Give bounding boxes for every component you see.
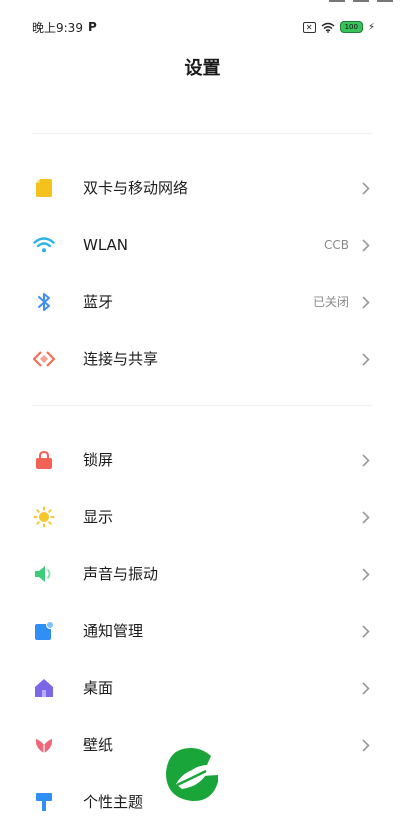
settings-item-label: 锁屏 (83, 451, 114, 469)
settings-item-sim-network[interactable]: 双卡与移动网络 (0, 161, 405, 211)
chevron-right-icon (360, 177, 372, 199)
settings-item-label: 连接与共享 (83, 350, 159, 368)
wifi-icon (33, 234, 55, 256)
settings-item-value: CCB (324, 238, 349, 252)
sim-card-icon (33, 177, 55, 199)
settings-item-value: 已关闭 (312, 295, 349, 309)
carrier-p-icon: P (87, 20, 97, 34)
dash-3 (377, 0, 393, 2)
battery-icon: 100 (339, 21, 363, 33)
wallpaper-icon (33, 734, 55, 756)
notification-icon (33, 620, 55, 642)
chevron-right-icon (360, 449, 372, 471)
settings-item-wlan[interactable]: WLAN CCB (0, 218, 405, 268)
settings-item-label: 通知管理 (83, 622, 144, 640)
page-title: 设置 (184, 58, 221, 79)
chevron-right-icon (360, 677, 372, 699)
status-time: 晚上9:39 (32, 20, 83, 35)
chevron-right-icon (360, 234, 372, 256)
settings-item-label: 双卡与移动网络 (83, 179, 189, 197)
settings-item-label: 声音与振动 (83, 565, 159, 583)
bluetooth-icon (33, 291, 55, 313)
dash-1 (329, 0, 345, 2)
settings-item-label: 显示 (83, 508, 114, 526)
lock-icon (33, 449, 55, 471)
chevron-right-icon (360, 563, 372, 585)
connection-share-icon (33, 348, 55, 370)
settings-item-bluetooth[interactable]: 蓝牙 已关闭 (0, 275, 405, 325)
theme-brush-icon (33, 791, 55, 813)
section-divider (32, 133, 373, 134)
settings-item-label: 壁纸 (83, 736, 114, 754)
settings-item-label: WLAN (83, 236, 129, 254)
settings-item-label: 个性主题 (83, 793, 144, 811)
settings-item-notifications[interactable]: 通知管理 (0, 604, 405, 654)
chevron-right-icon (360, 734, 372, 756)
dash-2 (353, 0, 369, 2)
status-right: ✕ 100 ⚡ (302, 21, 375, 33)
charging-icon: ⚡ (367, 21, 375, 33)
settings-item-label: 桌面 (83, 679, 114, 697)
settings-item-lock-screen[interactable]: 锁屏 (0, 433, 405, 483)
status-bar: 晚上9:39 P ✕ 100 ⚡ (32, 16, 375, 38)
chevron-right-icon (360, 506, 372, 528)
sun-icon (33, 506, 55, 528)
wifi-signal-icon (321, 22, 335, 33)
green-g-logo-icon (162, 744, 222, 810)
settings-item-label: 蓝牙 (83, 293, 114, 311)
home-icon (33, 677, 55, 699)
window-controls-decoration (329, 0, 393, 2)
status-left: 晚上9:39 P (32, 19, 97, 36)
settings-item-home-screen[interactable]: 桌面 (0, 661, 405, 711)
settings-item-connection-share[interactable]: 连接与共享 (0, 332, 405, 382)
chevron-right-icon (360, 291, 372, 313)
chevron-right-icon (360, 620, 372, 642)
speaker-icon (33, 563, 55, 585)
sim-off-icon: ✕ (302, 21, 316, 33)
section-divider (32, 405, 373, 406)
settings-item-display[interactable]: 显示 (0, 490, 405, 540)
chevron-right-icon (360, 348, 372, 370)
settings-item-sound-vibration[interactable]: 声音与振动 (0, 547, 405, 597)
